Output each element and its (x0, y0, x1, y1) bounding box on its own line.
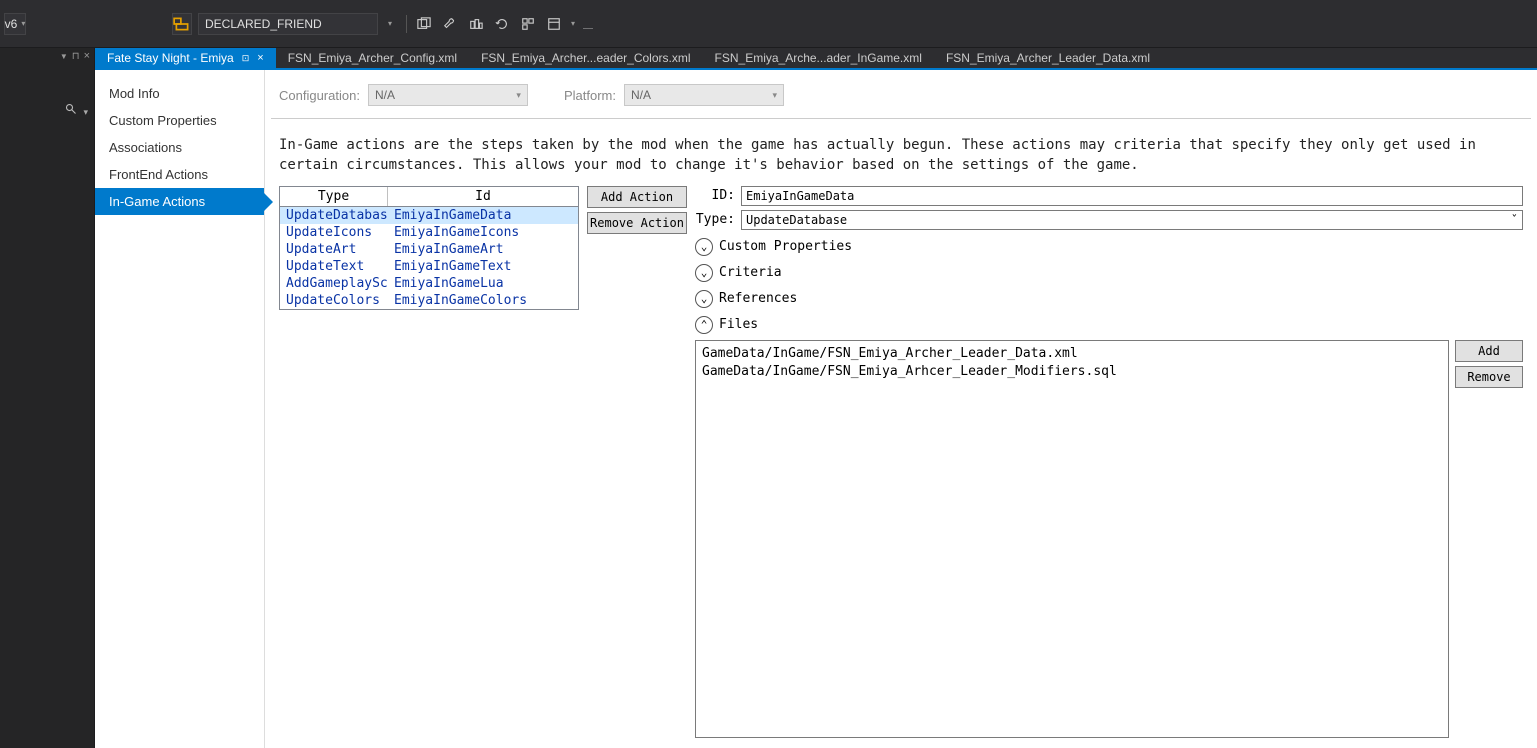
sidenav-frontend-actions[interactable]: FrontEnd Actions (95, 161, 264, 188)
tab-fate-stay-night-emiya[interactable]: Fate Stay Night - Emiya⊡× (95, 48, 276, 68)
mod-editor-sidenav: Mod Info Custom Properties Associations … (95, 70, 265, 748)
toolbar-icon-3[interactable] (468, 16, 484, 32)
configuration-select[interactable]: N/A (368, 84, 528, 106)
tab-leader-ingame-xml[interactable]: FSN_Emiya_Arche...ader_InGame.xml (703, 48, 934, 68)
chevron-up-icon[interactable]: ⌃ (695, 316, 713, 334)
document-tabstrip: Fate Stay Night - Emiya⊡× FSN_Emiya_Arch… (95, 48, 1537, 70)
expander-references[interactable]: ⌄ References (695, 290, 1523, 308)
chevron-down-icon[interactable]: ⌄ (695, 264, 713, 282)
expander-files[interactable]: ⌃ Files (695, 316, 1523, 334)
tab-config-xml[interactable]: FSN_Emiya_Archer_Config.xml (276, 48, 469, 68)
table-row[interactable]: UpdateIconsEmiyaInGameIcons (280, 224, 578, 241)
column-header-type[interactable]: Type (280, 187, 388, 206)
close-icon[interactable]: × (257, 52, 263, 64)
column-header-id[interactable]: Id (388, 187, 578, 206)
id-label: ID: (695, 188, 735, 203)
wrench-icon[interactable] (442, 16, 458, 32)
type-label: Type: (695, 212, 735, 227)
table-row[interactable]: UpdateArtEmiyaInGameArt (280, 241, 578, 258)
files-listbox[interactable]: GameData/InGame/FSN_Emiya_Archer_Leader_… (695, 340, 1449, 738)
add-action-button[interactable]: Add Action (587, 186, 687, 208)
table-row[interactable]: AddGameplayScriEmiyaInGameLua (280, 275, 578, 292)
toolbar-v-dropdown[interactable]: v6▾ (4, 13, 26, 35)
expander-criteria[interactable]: ⌄ Criteria (695, 264, 1523, 282)
id-input[interactable] (741, 186, 1523, 206)
toolbar-icon-1[interactable] (416, 16, 432, 32)
table-row[interactable]: UpdateDatabaseEmiyaInGameData (280, 207, 578, 224)
pin-icon[interactable]: ⊓ (72, 51, 80, 62)
expander-custom-properties[interactable]: ⌄ Custom Properties (695, 238, 1523, 256)
tab-leader-data-xml[interactable]: FSN_Emiya_Archer_Leader_Data.xml (934, 48, 1162, 68)
chevron-down-icon[interactable]: ⌄ (695, 238, 713, 256)
sidenav-custom-properties[interactable]: Custom Properties (95, 107, 264, 134)
add-file-button[interactable]: Add (1455, 340, 1523, 362)
close-icon[interactable]: × (84, 50, 90, 62)
toolbar-search-field[interactable]: DECLARED_FRIEND (198, 13, 378, 35)
actions-table: Type Id UpdateDatabaseEmiyaInGameDataUpd… (279, 186, 579, 310)
search-dropdown-icon[interactable]: ▾ (83, 107, 88, 118)
search-icon[interactable] (65, 103, 77, 118)
panel-header-controls: ▼ ⊓ × (0, 48, 94, 64)
toolbar-icon-6[interactable] (546, 16, 562, 32)
ingame-actions-content: Configuration: N/A Platform: N/A In-Game… (265, 70, 1537, 748)
list-item[interactable]: GameData/InGame/FSN_Emiya_Arhcer_Leader_… (702, 363, 1442, 381)
remove-action-button[interactable]: Remove Action (587, 212, 687, 234)
chevron-down-icon[interactable]: ⌄ (695, 290, 713, 308)
list-item[interactable]: GameData/InGame/FSN_Emiya_Archer_Leader_… (702, 345, 1442, 363)
type-select[interactable]: UpdateDatabase (741, 210, 1523, 230)
sidenav-ingame-actions[interactable]: In-Game Actions (95, 188, 264, 215)
description-text: In-Game actions are the steps taken by t… (265, 119, 1537, 186)
table-row[interactable]: UpdateTextEmiyaInGameText (280, 258, 578, 275)
platform-label: Platform: (564, 88, 616, 103)
platform-select[interactable]: N/A (624, 84, 784, 106)
sidenav-mod-info[interactable]: Mod Info (95, 80, 264, 107)
toolbar-overflow-icon[interactable]: ＿ (580, 16, 596, 32)
solution-explorer-panel: ▼ ⊓ × ▾ (0, 48, 95, 748)
chevron-down-icon[interactable]: ▼ (60, 52, 68, 61)
remove-file-button[interactable]: Remove (1455, 366, 1523, 388)
refresh-icon[interactable] (494, 16, 510, 32)
editor-area: Fate Stay Night - Emiya⊡× FSN_Emiya_Arch… (95, 48, 1537, 748)
configuration-label: Configuration: (279, 88, 360, 103)
pin-icon[interactable]: ⊡ (242, 53, 250, 64)
toolbar-search-scope-icon[interactable] (172, 13, 192, 35)
main-toolbar: v6▾ DECLARED_FRIEND ▾ ▾ ＿ (0, 0, 1537, 48)
sidenav-associations[interactable]: Associations (95, 134, 264, 161)
tab-leader-colors-xml[interactable]: FSN_Emiya_Archer...eader_Colors.xml (469, 48, 702, 68)
table-row[interactable]: UpdateColorsEmiyaInGameColors (280, 292, 578, 309)
toolbar-icon-5[interactable] (520, 16, 536, 32)
